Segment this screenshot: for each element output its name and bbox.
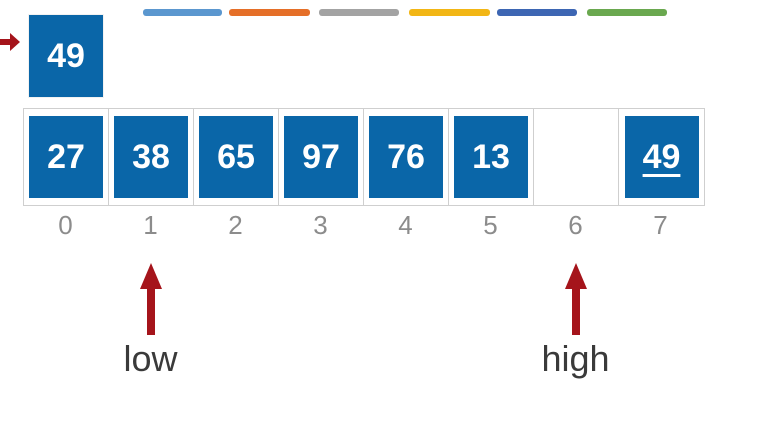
array-value: 97 xyxy=(302,137,340,176)
array-value: 65 xyxy=(217,137,255,176)
array-value: 76 xyxy=(387,137,425,176)
array-index-label: 6 xyxy=(568,210,583,240)
high-pointer-arrow-icon xyxy=(564,263,587,335)
array-cell: 76 xyxy=(364,109,449,205)
array-index-label: 4 xyxy=(398,210,413,240)
array-cell: 38 xyxy=(109,109,194,205)
legend-bar xyxy=(319,9,399,16)
array-cell xyxy=(534,109,619,205)
array-value: 27 xyxy=(47,137,85,176)
legend-bar xyxy=(229,9,310,16)
array-index-label: 2 xyxy=(228,210,243,240)
array-value-box: 76 xyxy=(369,116,443,198)
array-value-box: 97 xyxy=(284,116,358,198)
array-cell: 27 xyxy=(24,109,109,205)
array-cell: 65 xyxy=(194,109,279,205)
pivot-pointer-arrow-icon xyxy=(0,33,20,51)
index-row: 0 1 2 3 4 5 6 7 xyxy=(23,210,703,241)
low-pointer-label: low xyxy=(123,338,178,379)
pivot-value: 49 xyxy=(47,36,85,75)
array-value-box: 49 xyxy=(624,116,699,198)
array-cell: 13 xyxy=(449,109,534,205)
array-index-label: 3 xyxy=(313,210,328,240)
array-value-box: 65 xyxy=(199,116,273,198)
array-index-label: 0 xyxy=(58,210,73,240)
array-row: 27 38 65 97 76 13 49 xyxy=(23,108,705,206)
array-cell: 49 xyxy=(619,109,704,205)
legend-bar xyxy=(497,9,577,16)
array-value-box: 13 xyxy=(454,116,528,198)
array-value: 49 xyxy=(642,137,681,176)
array-index-label: 1 xyxy=(143,210,158,240)
array-index-label: 5 xyxy=(483,210,498,240)
array-value: 13 xyxy=(472,137,510,176)
array-value-box: 38 xyxy=(114,116,188,198)
array-value-box: 27 xyxy=(29,116,103,198)
legend-bar xyxy=(587,9,667,16)
array-index-label: 7 xyxy=(653,210,668,240)
legend-bar xyxy=(409,9,490,16)
array-value: 38 xyxy=(132,137,170,176)
low-pointer-arrow-icon xyxy=(139,263,162,335)
array-cell: 97 xyxy=(279,109,364,205)
pivot-value-box: 49 xyxy=(29,15,103,97)
legend-bar xyxy=(143,9,222,16)
high-pointer-label: high xyxy=(541,338,610,379)
